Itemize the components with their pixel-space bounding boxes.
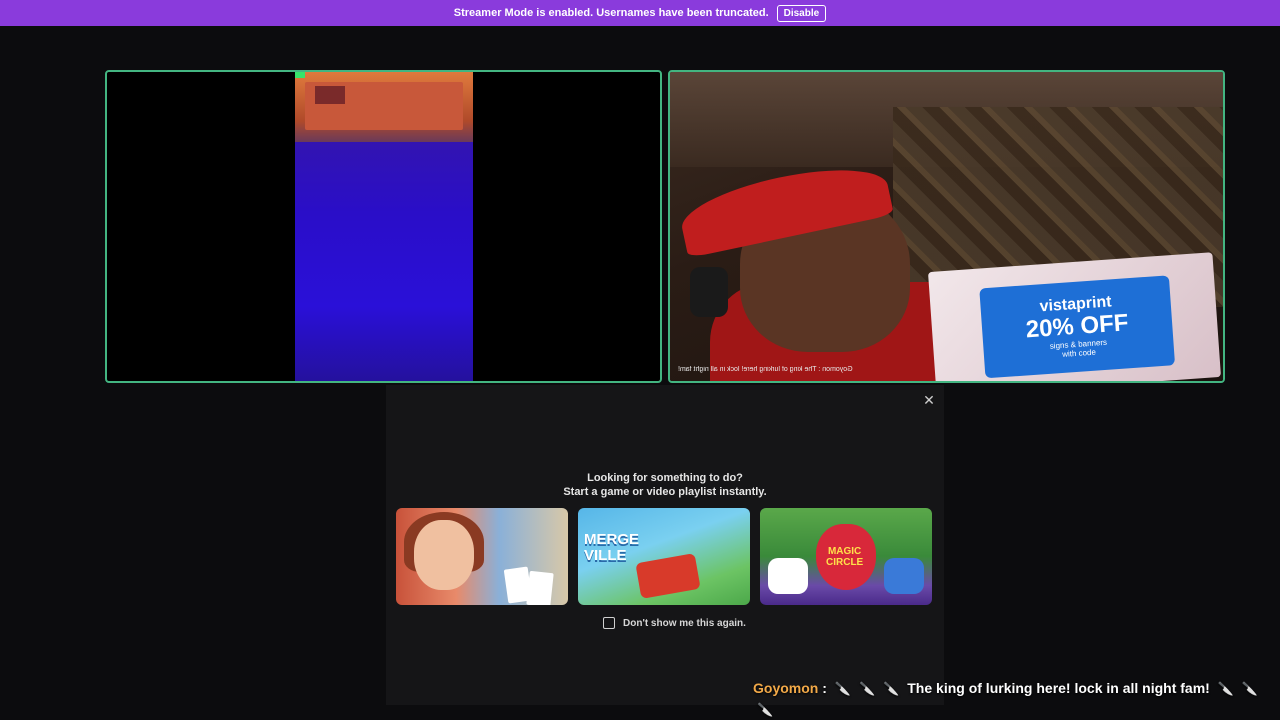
chat-separator: : bbox=[818, 680, 827, 696]
live-indicator-icon bbox=[295, 72, 305, 78]
close-icon[interactable]: ✕ bbox=[922, 393, 936, 407]
sponsor-sub-2: with code bbox=[1061, 347, 1097, 360]
knife-emote-icon: 🔪 bbox=[834, 681, 851, 696]
chat-username: Goyomon bbox=[753, 680, 819, 696]
stream-tile-webcam[interactable]: vistaprint 20% OFF signs & banners with … bbox=[668, 70, 1225, 383]
character-icon bbox=[884, 558, 924, 594]
activity-cards: MERGE VILLE MAGIC CIRCLE bbox=[396, 508, 932, 605]
phone-screen-capture bbox=[295, 72, 473, 381]
phone-top-content bbox=[295, 72, 473, 142]
dont-show-again-checkbox[interactable] bbox=[603, 617, 615, 629]
playing-card-icon bbox=[526, 570, 554, 605]
truck-icon bbox=[635, 553, 701, 599]
dont-show-again-label: Don't show me this again. bbox=[623, 617, 746, 629]
dont-show-again: Don't show me this again. bbox=[603, 617, 746, 629]
mergeville-logo: MERGE VILLE bbox=[584, 531, 640, 564]
popup-title-line-2: Start a game or video playlist instantly… bbox=[563, 486, 767, 498]
chat-message: Goyomon : 🔪 🔪 🔪 The king of lurking here! … bbox=[753, 678, 1273, 720]
knife-emote-icon: 🔪 bbox=[757, 702, 774, 717]
popup-title-line-1: Looking for something to do? bbox=[587, 472, 743, 484]
activity-card-solitaire[interactable] bbox=[396, 508, 568, 605]
knife-emote-icon: 🔪 bbox=[1241, 681, 1259, 696]
activity-card-mergeville[interactable]: MERGE VILLE bbox=[578, 508, 750, 605]
stream-tile-screen-share[interactable] bbox=[105, 70, 662, 383]
knife-emote-icon: 🔪 bbox=[1217, 681, 1234, 696]
streamer-mode-banner: Streamer Mode is enabled. Usernames have… bbox=[0, 0, 1280, 26]
streamer-mode-text: Streamer Mode is enabled. Usernames have… bbox=[453, 7, 769, 19]
headphone-icon bbox=[690, 267, 728, 317]
popup-title: Looking for something to do? Start a gam… bbox=[386, 471, 944, 499]
knife-emote-icon: 🔪 bbox=[858, 681, 876, 696]
activity-card-magic-circle[interactable]: MAGIC CIRCLE bbox=[760, 508, 932, 605]
activity-suggestion-popup: ✕ Looking for something to do? Start a g… bbox=[386, 385, 944, 705]
chat-message-text: The king of lurking here! lock in all ni… bbox=[907, 680, 1210, 696]
character-image bbox=[414, 520, 474, 590]
character-icon bbox=[768, 558, 808, 594]
knife-emote-icon: 🔪 bbox=[883, 681, 900, 696]
stream-chat-ticker-mirrored: Goyomon : The king of lurking here! lock… bbox=[678, 366, 853, 373]
sponsor-offer: 20% OFF bbox=[1024, 309, 1130, 344]
magic-circle-logo: MAGIC CIRCLE bbox=[826, 546, 864, 568]
sponsor-overlay: vistaprint 20% OFF signs & banners with … bbox=[927, 252, 1222, 381]
disable-streamer-mode-button[interactable]: Disable bbox=[776, 4, 827, 22]
